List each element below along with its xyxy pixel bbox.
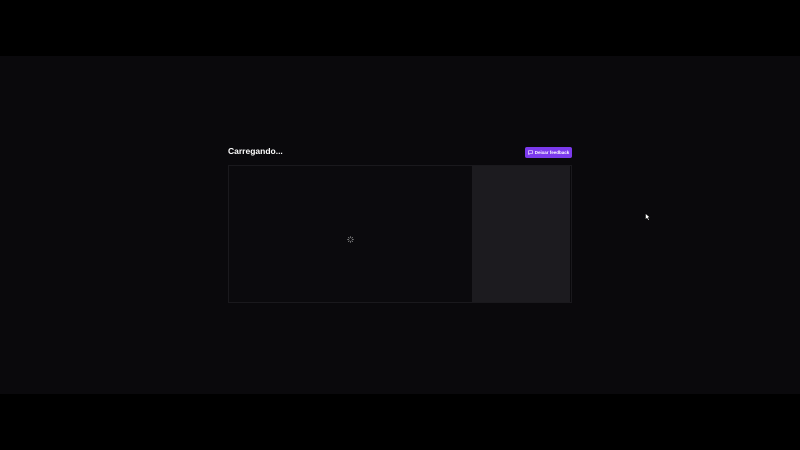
feedback-button-label: Deixar feedback — [534, 150, 570, 155]
letterbox-bottom — [0, 394, 800, 450]
loader-icon — [347, 230, 354, 243]
feedback-button[interactable]: Deixar feedback — [525, 147, 572, 158]
page-title: Carregando... — [228, 146, 283, 156]
preview-area — [229, 166, 472, 302]
message-square-icon — [527, 150, 533, 155]
content-panel — [228, 165, 572, 303]
side-panel — [472, 166, 570, 302]
letterbox-top — [0, 0, 800, 56]
mouse-cursor-icon — [645, 208, 651, 221]
